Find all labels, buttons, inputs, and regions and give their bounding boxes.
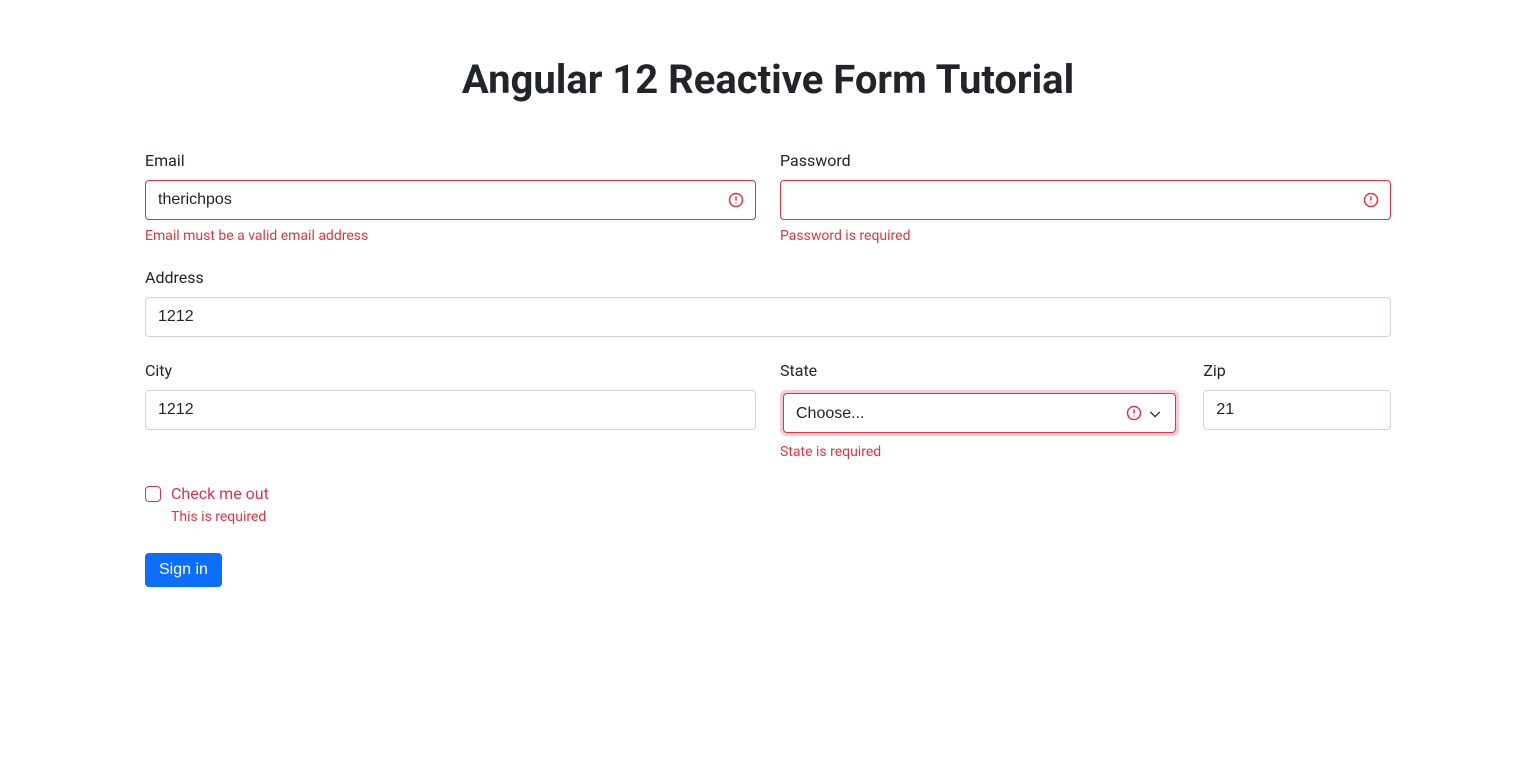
check-me-out-checkbox[interactable] — [145, 486, 161, 502]
zip-input[interactable] — [1203, 390, 1391, 430]
sign-in-button[interactable]: Sign in — [145, 553, 222, 587]
form: Email Email must be a valid email addres… — [145, 151, 1391, 587]
state-label: State — [780, 361, 1179, 380]
address-input[interactable] — [145, 297, 1391, 337]
email-label: Email — [145, 151, 756, 170]
address-label: Address — [145, 268, 1391, 287]
state-select[interactable]: Choose... — [783, 393, 1176, 433]
city-label: City — [145, 361, 756, 380]
password-label: Password — [780, 151, 1391, 170]
check-error: This is required — [171, 509, 1391, 525]
password-input[interactable] — [780, 180, 1391, 220]
email-error: Email must be a valid email address — [145, 228, 756, 244]
zip-label: Zip — [1203, 361, 1391, 380]
state-error: State is required — [780, 444, 1179, 460]
check-me-out-label: Check me out — [171, 484, 269, 503]
password-error: Password is required — [780, 228, 1391, 244]
page-title: Angular 12 Reactive Form Tutorial — [145, 56, 1391, 103]
email-input[interactable] — [145, 180, 756, 220]
city-input[interactable] — [145, 390, 756, 430]
